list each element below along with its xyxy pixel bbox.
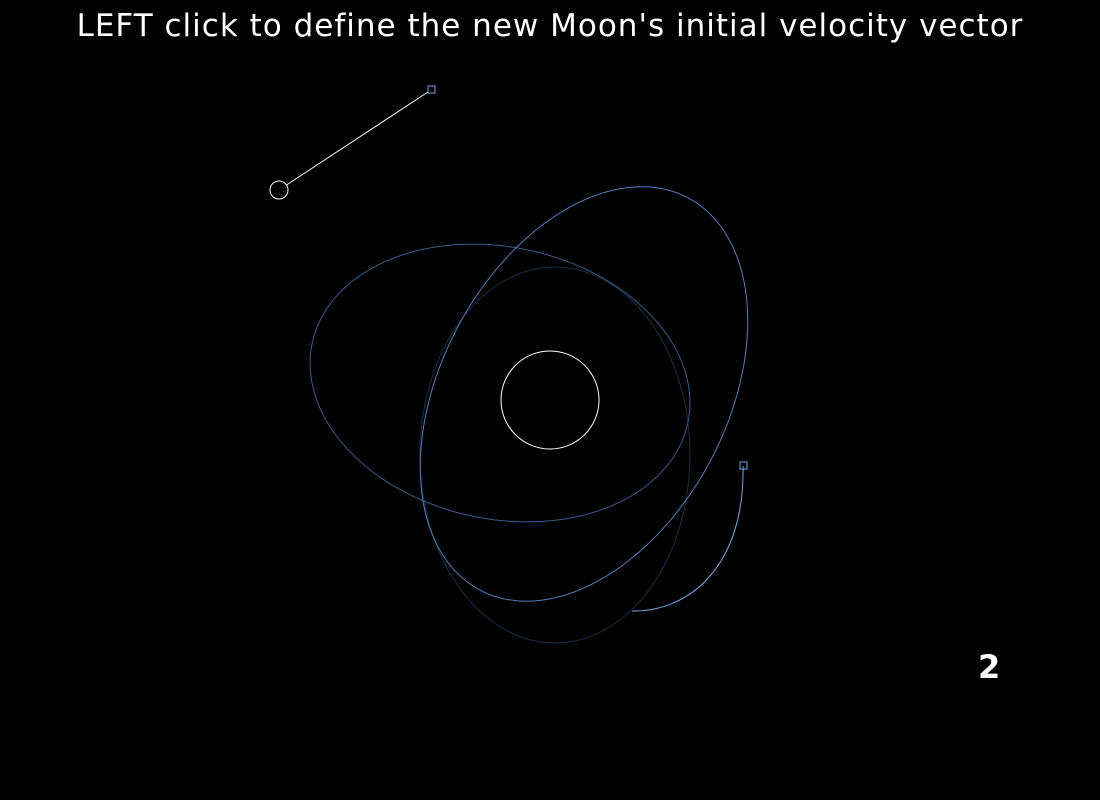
orbit-trail-faint xyxy=(419,266,691,644)
planet-icon xyxy=(500,350,600,450)
new-moon-icon[interactable] xyxy=(269,180,289,200)
moon-count: 2 xyxy=(978,648,1001,686)
instruction-text: LEFT click to define the new Moon's init… xyxy=(76,8,1024,44)
simulation-view[interactable] xyxy=(0,0,1100,800)
orbit-path-a xyxy=(309,243,691,523)
game-canvas[interactable]: LEFT click to define the new Moon's init… xyxy=(0,0,1100,800)
velocity-vector-line xyxy=(284,89,432,187)
vector-handle-icon[interactable] xyxy=(427,85,436,94)
orbit-path-b xyxy=(419,186,749,602)
